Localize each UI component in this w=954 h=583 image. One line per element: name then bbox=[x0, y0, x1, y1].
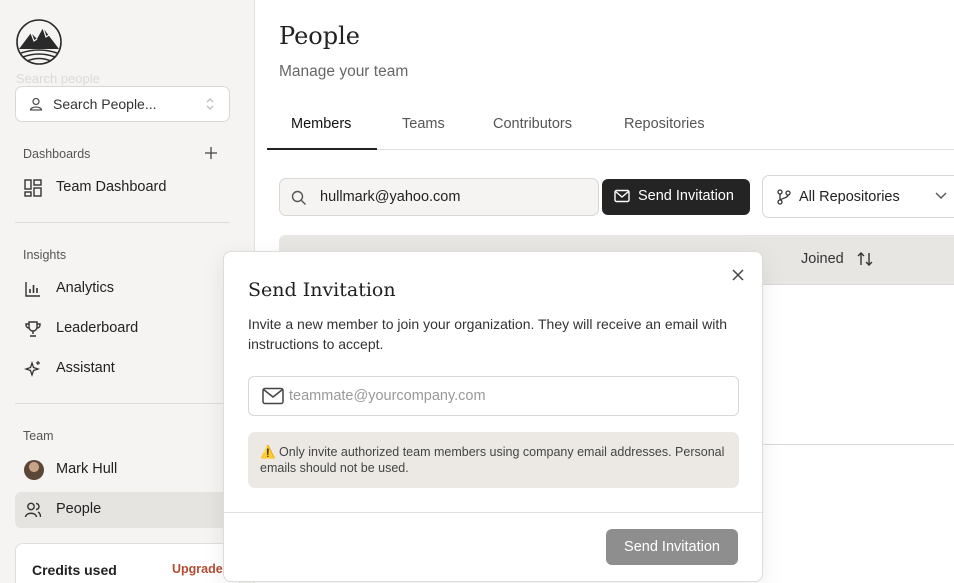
people-search-input[interactable]: Search People... bbox=[15, 86, 230, 122]
invite-email-input[interactable]: hullmark@yahoo.com bbox=[279, 178, 599, 216]
team-section-title: Team bbox=[23, 429, 54, 443]
warning-text: ⚠️ Only invite authorized team members u… bbox=[260, 445, 725, 475]
dialog-send-label: Send Invitation bbox=[624, 539, 720, 555]
git-branch-icon bbox=[777, 189, 791, 205]
send-invitation-button[interactable]: Send Invitation bbox=[602, 179, 750, 215]
search-placeholder: Search People... bbox=[53, 96, 157, 112]
page-title: People bbox=[279, 22, 360, 50]
dialog-footer-divider bbox=[224, 512, 764, 513]
mail-icon bbox=[614, 189, 630, 203]
sidebar-item-team-dashboard[interactable]: Team Dashboard bbox=[15, 170, 230, 206]
chevron-updown-icon bbox=[206, 98, 214, 110]
dialog-email-input[interactable]: teammate@yourcompany.com bbox=[248, 376, 739, 416]
upgrade-link[interactable]: Upgrade bbox=[172, 562, 223, 576]
mail-icon bbox=[262, 387, 284, 405]
page-subtitle: Manage your team bbox=[279, 63, 409, 80]
sidebar-divider bbox=[15, 403, 230, 404]
sidebar-item-assistant[interactable]: Assistant bbox=[15, 351, 230, 387]
credits-title: Credits used bbox=[32, 562, 117, 578]
tab-contributors[interactable]: Contributors bbox=[493, 116, 572, 132]
dialog-description: Invite a new member to join your organiz… bbox=[248, 316, 728, 352]
dialog-title: Send Invitation bbox=[248, 279, 396, 301]
chevron-down-icon bbox=[935, 192, 947, 199]
send-invitation-dialog: Send Invitation Invite a new member to j… bbox=[223, 251, 764, 582]
sidebar-item-people[interactable]: People bbox=[15, 492, 245, 528]
search-label: Search people bbox=[16, 71, 100, 86]
sidebar-item-label: People bbox=[56, 501, 102, 517]
sidebar-item-label: Mark Hull bbox=[56, 461, 118, 477]
sort-icon[interactable] bbox=[857, 251, 873, 267]
sidebar-divider bbox=[15, 222, 230, 223]
repository-filter-select[interactable]: All Repositories bbox=[762, 175, 954, 218]
mountain-logo-icon[interactable] bbox=[15, 19, 63, 65]
sparkles-icon bbox=[24, 360, 41, 378]
warning-notice: ⚠️ Only invite authorized team members u… bbox=[248, 432, 739, 488]
dialog-email-placeholder: teammate@yourcompany.com bbox=[289, 388, 486, 404]
sidebar-item-analytics[interactable]: Analytics bbox=[15, 271, 230, 307]
joined-column-header[interactable]: Joined bbox=[801, 251, 844, 267]
tab-bar: Members Teams Contributors Repositories bbox=[267, 102, 954, 150]
sidebar-item-label: Analytics bbox=[56, 280, 115, 296]
tab-repositories[interactable]: Repositories bbox=[624, 116, 705, 132]
insights-section-title: Insights bbox=[23, 248, 67, 262]
trophy-icon bbox=[25, 321, 41, 337]
sidebar-item-label: Leaderboard bbox=[56, 320, 139, 336]
invite-email-value: hullmark@yahoo.com bbox=[320, 189, 461, 205]
close-icon[interactable] bbox=[732, 269, 744, 281]
tab-teams[interactable]: Teams bbox=[402, 116, 445, 132]
add-dashboard-icon[interactable] bbox=[204, 146, 218, 160]
sidebar-item-mark-hull[interactable]: Mark Hull bbox=[15, 452, 230, 488]
avatar bbox=[24, 460, 44, 480]
bar-chart-icon bbox=[25, 282, 40, 297]
credits-card: Credits used Upgrade bbox=[15, 543, 240, 583]
send-invitation-label: Send Invitation bbox=[638, 188, 734, 204]
dashboard-grid-icon bbox=[24, 179, 42, 197]
search-icon bbox=[291, 190, 306, 205]
sidebar: Search people Search People... Dashboard… bbox=[0, 0, 255, 583]
tab-members[interactable]: Members bbox=[291, 116, 351, 132]
dialog-send-invitation-button[interactable]: Send Invitation bbox=[606, 529, 738, 565]
sidebar-item-label: Assistant bbox=[56, 360, 115, 376]
active-tab-indicator bbox=[267, 148, 377, 150]
repository-filter-value: All Repositories bbox=[799, 189, 900, 205]
sidebar-item-label: Team Dashboard bbox=[56, 179, 167, 195]
users-icon bbox=[24, 502, 42, 518]
dashboards-section-title: Dashboards bbox=[23, 147, 91, 161]
user-icon bbox=[29, 97, 43, 111]
sidebar-item-leaderboard[interactable]: Leaderboard bbox=[15, 311, 230, 347]
